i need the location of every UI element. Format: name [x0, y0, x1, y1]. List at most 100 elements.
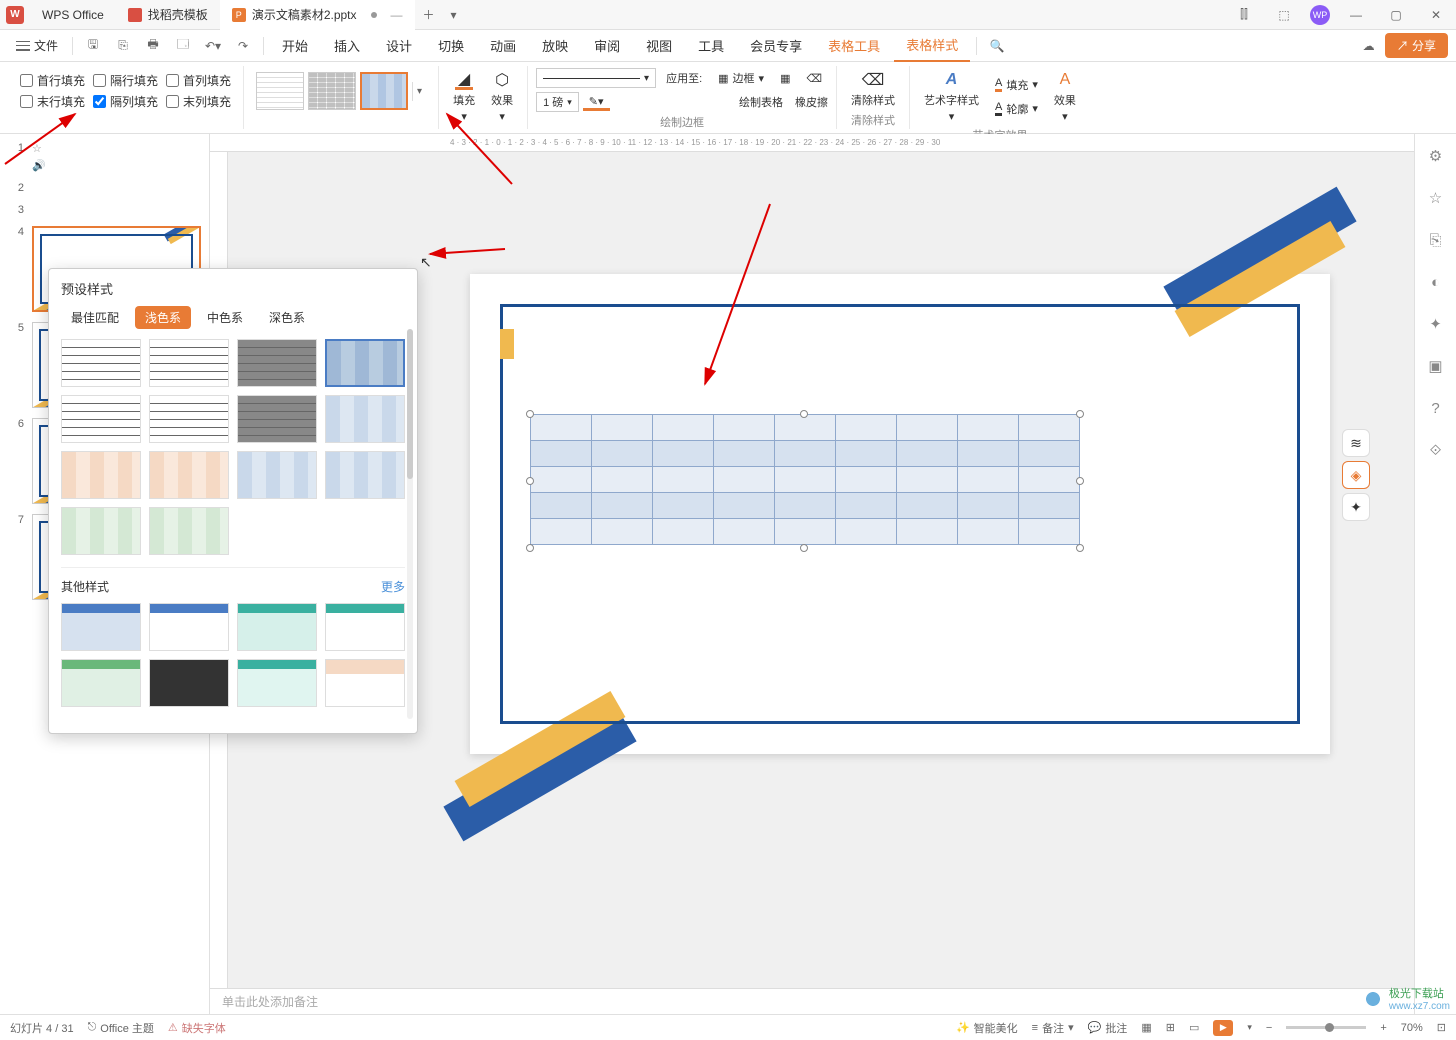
check-alt-col[interactable]: 隔列填充: [93, 93, 158, 110]
sidebar-toolbox-icon[interactable]: ✦: [1424, 312, 1448, 336]
check-last-row[interactable]: 末行填充: [20, 93, 85, 110]
line-weight-select[interactable]: 1 磅 ▾: [536, 92, 579, 112]
inserted-table[interactable]: [530, 414, 1080, 545]
more-link[interactable]: 更多: [381, 578, 405, 595]
preset-style[interactable]: [61, 507, 141, 555]
popup-scroll-thumb[interactable]: [407, 329, 413, 479]
selection-handle[interactable]: [1076, 544, 1084, 552]
fit-window-icon[interactable]: ⊡: [1437, 1021, 1446, 1034]
minimize-button[interactable]: —: [1336, 0, 1376, 30]
fill-button[interactable]: ◢ 填充▾: [447, 68, 481, 125]
missing-fonts-button[interactable]: ⚠ 缺失字体: [168, 1020, 226, 1036]
menu-transition[interactable]: 切换: [426, 30, 476, 62]
line-style-select[interactable]: ▾: [536, 68, 656, 88]
sidebar-help-icon[interactable]: ?: [1424, 396, 1448, 420]
other-style[interactable]: [325, 603, 405, 651]
pen-color-button[interactable]: ✎▾: [583, 93, 610, 111]
menu-design[interactable]: 设计: [374, 30, 424, 62]
border-button[interactable]: ▦ 边框 ▾: [712, 68, 770, 88]
check-last-col[interactable]: 末列填充: [166, 93, 231, 110]
notes-button[interactable]: ≡ 备注 ▾: [1032, 1020, 1074, 1036]
tab-templates[interactable]: 找稻壳模板: [116, 0, 220, 30]
magic-icon[interactable]: ✦: [1342, 493, 1370, 521]
zoom-out-button[interactable]: −: [1266, 1022, 1272, 1034]
preset-style[interactable]: [149, 507, 229, 555]
menu-view[interactable]: 视图: [634, 30, 684, 62]
view-normal-icon[interactable]: ▦: [1141, 1021, 1151, 1034]
table-style-thumb-1[interactable]: [256, 72, 304, 110]
style-tab-dark[interactable]: 深色系: [259, 306, 315, 329]
preset-style[interactable]: [325, 395, 405, 443]
preset-style[interactable]: [61, 451, 141, 499]
ai-beautify-button[interactable]: ✨ 智能美化: [956, 1020, 1018, 1036]
cloud-sync-icon[interactable]: ☁: [1355, 32, 1383, 60]
zoom-slider[interactable]: [1286, 1026, 1366, 1029]
preset-style[interactable]: [325, 451, 405, 499]
new-tab-button[interactable]: ＋: [415, 6, 443, 23]
text-fill-button[interactable]: A 填充▾: [989, 75, 1044, 95]
zoom-value[interactable]: 70%: [1401, 1022, 1423, 1034]
sidebar-star-icon[interactable]: ☆: [1424, 186, 1448, 210]
check-alt-row[interactable]: 隔行填充: [93, 72, 158, 89]
layers-icon[interactable]: ≋: [1342, 429, 1370, 457]
preset-style-selected[interactable]: [325, 339, 405, 387]
view-sorter-icon[interactable]: ⊞: [1166, 1021, 1175, 1034]
selection-handle[interactable]: [1076, 477, 1084, 485]
print-icon[interactable]: 🖶: [139, 32, 167, 60]
style-icon[interactable]: ◈: [1342, 461, 1370, 489]
selection-handle[interactable]: [800, 544, 808, 552]
check-first-row[interactable]: 首行填充: [20, 72, 85, 89]
redo-icon[interactable]: ↷: [229, 32, 257, 60]
selection-handle[interactable]: [526, 477, 534, 485]
other-style[interactable]: [149, 659, 229, 707]
slideshow-dropdown-icon[interactable]: ▾: [1247, 1022, 1252, 1033]
comments-button[interactable]: 💬 批注: [1088, 1020, 1128, 1036]
preset-style[interactable]: [237, 451, 317, 499]
close-button[interactable]: ✕: [1416, 0, 1456, 30]
text-effect-button[interactable]: A 效果▾: [1048, 68, 1082, 125]
file-menu[interactable]: 文件: [8, 37, 66, 54]
clear-style-button[interactable]: ⌫ 清除样式: [845, 68, 901, 110]
other-style[interactable]: [237, 659, 317, 707]
preset-style[interactable]: [149, 451, 229, 499]
draw-table-button[interactable]: ▦: [774, 70, 796, 87]
share-button[interactable]: ↗ 分享: [1385, 33, 1448, 58]
sidebar-palette-icon[interactable]: ◐: [1424, 270, 1448, 294]
tab-dropdown-icon[interactable]: ▾: [443, 8, 465, 22]
save-icon[interactable]: 🖫: [79, 32, 107, 60]
menu-tools[interactable]: 工具: [686, 30, 736, 62]
theme-button[interactable]: ⎋ Office 主题: [88, 1020, 154, 1036]
view-reading-icon[interactable]: ▭: [1189, 1021, 1199, 1034]
slideshow-button[interactable]: ▶: [1213, 1020, 1233, 1036]
menu-review[interactable]: 审阅: [582, 30, 632, 62]
other-style[interactable]: [149, 603, 229, 651]
preset-style[interactable]: [61, 339, 141, 387]
text-outline-button[interactable]: A 轮廓▾: [989, 99, 1044, 119]
menu-animation[interactable]: 动画: [478, 30, 528, 62]
preset-style[interactable]: [149, 395, 229, 443]
slide-thumb-3[interactable]: 3: [8, 204, 201, 216]
slide-canvas[interactable]: ≋ ◈ ✦: [470, 274, 1330, 754]
sidebar-clipboard-icon[interactable]: ⎘: [1424, 228, 1448, 252]
preset-style[interactable]: [237, 339, 317, 387]
table-style-thumb-2[interactable]: [308, 72, 356, 110]
other-style[interactable]: [61, 603, 141, 651]
app-name-tab[interactable]: WPS Office: [30, 0, 116, 30]
sidebar-settings-icon[interactable]: ⚙: [1424, 144, 1448, 168]
tab-document[interactable]: P 演示文稿素材2.pptx —: [220, 0, 415, 30]
style-dropdown-icon[interactable]: ▾: [412, 82, 426, 101]
eraser-button[interactable]: ⌫: [800, 70, 828, 87]
wordart-style-button[interactable]: A 艺术字样式▾: [918, 68, 985, 125]
menu-slideshow[interactable]: 放映: [530, 30, 580, 62]
style-tab-light[interactable]: 浅色系: [135, 306, 191, 329]
reading-mode-icon[interactable]: ⫿⫿: [1224, 0, 1264, 30]
open-icon[interactable]: ⎘: [109, 32, 137, 60]
preset-style[interactable]: [61, 395, 141, 443]
slide-thumb-1[interactable]: 1 ☆🔊: [8, 142, 201, 172]
preset-style[interactable]: [149, 339, 229, 387]
table-style-thumb-3[interactable]: [360, 72, 408, 110]
sidebar-image-icon[interactable]: ▣: [1424, 354, 1448, 378]
selection-handle[interactable]: [800, 410, 808, 418]
menu-member[interactable]: 会员专享: [738, 30, 814, 62]
other-style[interactable]: [325, 659, 405, 707]
